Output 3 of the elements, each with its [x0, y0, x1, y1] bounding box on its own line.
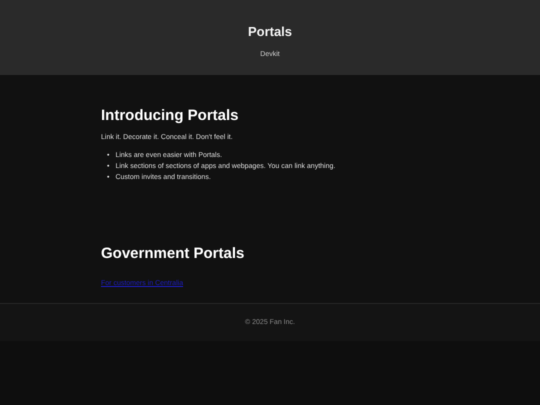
section-heading: Introducing Portals: [101, 107, 240, 124]
site-title: Portals: [248, 24, 292, 39]
section-heading: Government Portals: [101, 245, 246, 262]
